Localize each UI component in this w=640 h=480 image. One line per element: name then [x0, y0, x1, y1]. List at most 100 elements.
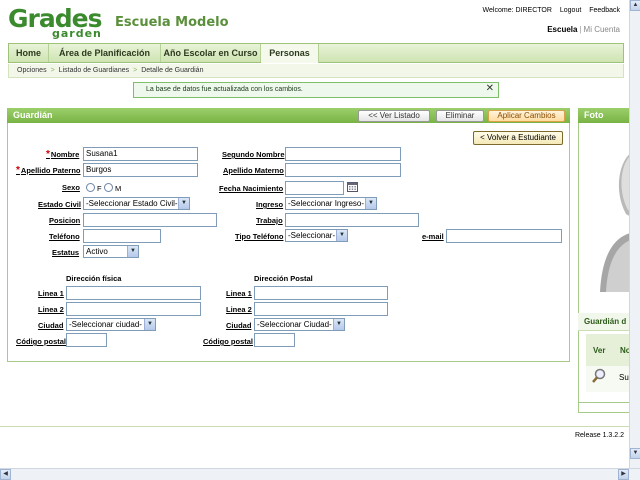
chevron-down-icon: ▼	[333, 319, 344, 330]
telefono-label: Teléfono	[49, 232, 80, 241]
chevron-down-icon: ▼	[365, 198, 376, 209]
segundo-nombre-input[interactable]	[285, 147, 401, 161]
telefono-input[interactable]	[83, 229, 161, 243]
logo-sub-text: garden	[52, 27, 102, 40]
postal-codigo-postal-input[interactable]	[254, 333, 295, 347]
chevron-down-icon: ▼	[178, 198, 189, 209]
ingreso-select[interactable]: -Seleccionar Ingreso- ▼	[285, 197, 377, 210]
tab-planificacion[interactable]: Área de Planificación	[49, 44, 161, 62]
scroll-left-icon[interactable]: ◀	[0, 469, 11, 480]
estatus-label: Estatus	[52, 248, 80, 257]
escuela-link[interactable]: Escuela	[547, 25, 577, 34]
breadcrumb-detalle: Detalle de Guardián	[141, 67, 204, 74]
sexo-label: Sexo	[62, 183, 80, 192]
scroll-up-icon[interactable]: ▲	[630, 0, 640, 11]
nombre-input[interactable]: Susana1	[83, 147, 198, 161]
apellido-paterno-label: *Apellido Paterno	[16, 165, 81, 176]
fisica-linea1-input[interactable]	[66, 286, 201, 300]
volver-estudiante-button[interactable]: < Volver a Estudiante	[473, 131, 563, 145]
tab-ano-escolar[interactable]: Año Escolar en Curso	[161, 44, 261, 62]
foto-title: Foto	[584, 110, 604, 120]
segundo-nombre-label: Segundo Nombre	[222, 150, 285, 159]
footer-divider	[0, 426, 640, 427]
school-name: Escuela Modelo	[115, 15, 229, 30]
close-icon[interactable]: ✕	[486, 82, 494, 96]
user-bar: Welcome: DIRECTOR Logout Feedback	[477, 7, 620, 14]
required-asterisk: *	[46, 149, 50, 160]
chevron-down-icon: ▼	[127, 246, 138, 257]
breadcrumb: Opciones > Listado de Guardianes > Detalle d…	[8, 64, 624, 78]
calendar-icon[interactable]	[347, 181, 358, 192]
main-nav: Home Área de Planificación Año Escolar e…	[8, 43, 624, 63]
fisica-ciudad-label: Ciudad	[38, 321, 64, 330]
panel-title: Guardián	[13, 110, 53, 120]
scroll-right-icon[interactable]: ▶	[618, 469, 629, 480]
fisica-linea2-label: Linea 2	[38, 305, 64, 314]
estado-civil-label: Estado Civil	[38, 200, 81, 209]
trabajo-label: Trabajo	[256, 216, 283, 225]
apellido-materno-label: Apellido Materno	[223, 166, 284, 175]
tab-personas[interactable]: Personas	[261, 44, 319, 63]
posicion-label: Posicion	[49, 216, 81, 225]
nombre-label: *Nombre	[46, 149, 80, 160]
apellido-materno-input[interactable]	[285, 163, 401, 177]
email-label: e-mail	[422, 232, 444, 241]
required-asterisk: *	[16, 165, 20, 176]
chevron-right-icon: >	[50, 67, 55, 74]
fecha-nacimiento-label: Fecha Nacimiento	[219, 184, 284, 193]
postal-ciudad-select[interactable]: -Seleccionar Ciudad- ▼	[254, 318, 345, 331]
guardian-panel-header	[7, 108, 570, 123]
fisica-ciudad-select[interactable]: -Seleccionar ciudad- ▼	[66, 318, 156, 331]
guardianes-title: Guardián d	[584, 317, 627, 326]
fisica-linea2-input[interactable]	[66, 302, 201, 316]
sexo-m-label: M	[115, 184, 122, 193]
magnifier-icon[interactable]	[591, 368, 607, 384]
ingreso-label: Ingreso	[256, 200, 284, 209]
tipo-telefono-select[interactable]: -Seleccionar- ▼	[285, 229, 348, 242]
postal-linea2-input[interactable]	[254, 302, 388, 316]
sexo-f-radio[interactable]	[86, 183, 95, 192]
scroll-down-icon[interactable]: ▼	[630, 448, 640, 459]
tab-home[interactable]: Home	[9, 44, 49, 62]
fisica-codigo-postal-label: Código postal	[16, 337, 66, 346]
chevron-down-icon: ▼	[336, 230, 347, 241]
feedback-link[interactable]: Feedback	[589, 7, 620, 14]
logout-link[interactable]: Logout	[560, 7, 581, 14]
trabajo-input[interactable]	[285, 213, 419, 227]
fecha-nacimiento-input[interactable]	[285, 181, 344, 195]
grades-garden-logo[interactable]: Grades garden	[8, 6, 106, 40]
direccion-fisica-title: Dirección física	[66, 274, 122, 283]
estatus-select[interactable]: Activo ▼	[83, 245, 139, 258]
breadcrumb-opciones[interactable]: Opciones	[17, 67, 47, 74]
fisica-linea1-label: Linea 1	[38, 289, 64, 298]
postal-linea1-label: Linea 1	[226, 289, 252, 298]
postal-codigo-postal-label: Código postal	[203, 337, 253, 346]
ver-listado-button[interactable]: << Ver Listado	[358, 110, 430, 122]
guardian-row-name[interactable]: Su	[619, 373, 629, 382]
posicion-input[interactable]	[83, 213, 217, 227]
sexo-m-radio[interactable]	[104, 183, 113, 192]
postal-ciudad-label: Ciudad	[226, 321, 252, 330]
email-input[interactable]	[446, 229, 562, 243]
horizontal-scrollbar[interactable]: ◀ ▶	[0, 468, 640, 480]
success-message: La base de datos fue actualizada con los…	[133, 82, 499, 98]
sexo-f-label: F	[97, 184, 102, 193]
eliminar-button[interactable]: Eliminar	[436, 110, 484, 122]
mi-cuenta-link[interactable]: Mi Cuenta	[584, 25, 620, 34]
chevron-down-icon: ▼	[144, 319, 155, 330]
estado-civil-select[interactable]: -Seleccionar Estado Civil- ▼	[83, 197, 190, 210]
postal-linea1-input[interactable]	[254, 286, 388, 300]
success-message-text: La base de datos fue actualizada con los…	[146, 86, 303, 93]
col-ver: Ver	[593, 346, 606, 355]
chevron-right-icon: >	[133, 67, 138, 74]
aplicar-cambios-button[interactable]: Aplicar Cambios	[488, 110, 565, 122]
fisica-codigo-postal-input[interactable]	[66, 333, 107, 347]
welcome-text: Welcome: DIRECTOR	[482, 7, 552, 14]
apellido-paterno-input[interactable]: Burgos	[83, 163, 198, 177]
vertical-scrollbar[interactable]: ▲ ▼	[629, 0, 640, 470]
breadcrumb-listado[interactable]: Listado de Guardianes	[59, 67, 129, 74]
direccion-postal-title: Dirección Postal	[254, 274, 313, 283]
release-version: Release 1.3.2.2	[574, 432, 624, 439]
postal-linea2-label: Linea 2	[226, 305, 252, 314]
tipo-telefono-label: Tipo Teléfono	[235, 232, 284, 241]
